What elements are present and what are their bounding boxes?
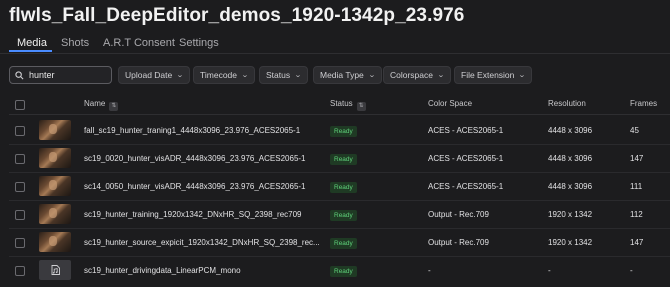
- video-thumbnail: [39, 232, 71, 252]
- color-space: Output - Rec.709: [428, 238, 489, 247]
- tab-shots[interactable]: Shots: [61, 37, 89, 49]
- table-header: Name ⇅ Status ⇅ Color Space Resolution Fra…: [9, 95, 670, 115]
- color-space: Output - Rec.709: [428, 210, 489, 219]
- table-row[interactable]: sc14_0050_hunter_visADR_4448x3096_23.976…: [9, 173, 670, 201]
- video-thumbnail: [39, 120, 71, 140]
- filter-colorspace[interactable]: Colorspace ⌄: [383, 66, 451, 84]
- frames: 147: [630, 154, 644, 163]
- frames: 112: [630, 210, 643, 219]
- column-label: Status: [330, 99, 353, 108]
- media-name: sc19_hunter_source_expicit_1920x1342_DNx…: [84, 238, 320, 247]
- column-label: Name: [84, 99, 106, 108]
- audio-thumbnail: [39, 260, 71, 280]
- status-badge: Ready: [330, 266, 357, 277]
- tab-bar: Media Shots A.R.T Consent Settings: [0, 33, 670, 54]
- filter-label: Status: [266, 70, 291, 80]
- row-checkbox[interactable]: [15, 126, 25, 136]
- column-header-name[interactable]: Name ⇅: [84, 99, 119, 111]
- filter-status[interactable]: Status ⌄: [259, 66, 308, 84]
- color-space: -: [428, 266, 431, 275]
- color-space: ACES - ACES2065-1: [428, 154, 504, 163]
- frames: 111: [630, 182, 643, 191]
- filter-label: Colorspace: [390, 70, 433, 80]
- active-tab-indicator: [9, 50, 52, 52]
- row-checkbox[interactable]: [15, 266, 25, 276]
- resolution: 4448 x 3096: [548, 182, 593, 191]
- filter-upload-date[interactable]: Upload Date ⌄: [118, 66, 191, 84]
- page-title: flwls_Fall_DeepEditor_demos_1920-1342p_2…: [9, 5, 465, 26]
- resolution: -: [548, 266, 551, 275]
- media-name: fall_sc19_hunter_traning1_4448x3096_23.9…: [84, 126, 301, 135]
- audio-file-icon: [51, 265, 60, 275]
- column-header-color-space[interactable]: Color Space: [428, 99, 472, 108]
- table-row[interactable]: sc19_hunter_source_expicit_1920x1342_DNx…: [9, 229, 670, 257]
- tab-settings[interactable]: Settings: [179, 37, 219, 49]
- resolution: 4448 x 3096: [548, 126, 593, 135]
- column-header-resolution[interactable]: Resolution: [548, 99, 586, 108]
- table-row[interactable]: fall_sc19_hunter_traning1_4448x3096_23.9…: [9, 117, 670, 145]
- filter-label: File Extension: [461, 70, 515, 80]
- filter-media-type[interactable]: Media Type ⌄: [313, 66, 382, 84]
- filter-label: Media Type: [320, 70, 364, 80]
- color-space: ACES - ACES2065-1: [428, 126, 504, 135]
- search-icon: [15, 70, 24, 79]
- media-name: sc19_0020_hunter_visADR_4448x3096_23.976…: [84, 154, 306, 163]
- frames: 147: [630, 238, 644, 247]
- sort-icon[interactable]: ⇅: [109, 102, 119, 111]
- table-row[interactable]: sc19_0020_hunter_visADR_4448x3096_23.976…: [9, 145, 670, 173]
- resolution: 1920 x 1342: [548, 210, 593, 219]
- media-name: sc19_hunter_drivingdata_LinearPCM_mono: [84, 266, 241, 275]
- tab-art-consent[interactable]: A.R.T Consent: [103, 37, 175, 49]
- video-thumbnail: [39, 148, 71, 168]
- status-badge: Ready: [330, 238, 357, 249]
- table-row[interactable]: sc19_hunter_training_1920x1342_DNxHR_SQ_…: [9, 201, 670, 229]
- table-row[interactable]: sc19_hunter_drivingdata_LinearPCM_mono R…: [9, 257, 670, 285]
- chevron-down-icon: ⌄: [367, 72, 376, 79]
- status-badge: Ready: [330, 182, 357, 193]
- media-name: sc14_0050_hunter_visADR_4448x3096_23.976…: [84, 182, 306, 191]
- media-name: sc19_hunter_training_1920x1342_DNxHR_SQ_…: [84, 210, 302, 219]
- resolution: 1920 x 1342: [548, 238, 593, 247]
- video-thumbnail: [39, 204, 71, 224]
- row-checkbox[interactable]: [15, 210, 25, 220]
- chevron-down-icon: ⌄: [176, 72, 185, 79]
- filter-label: Upload Date: [125, 70, 173, 80]
- select-all-checkbox[interactable]: [15, 100, 25, 110]
- video-thumbnail: [39, 176, 71, 196]
- tab-media[interactable]: Media: [17, 37, 47, 49]
- frames: 45: [630, 126, 639, 135]
- search-box[interactable]: [9, 66, 112, 84]
- row-checkbox[interactable]: [15, 182, 25, 192]
- filter-label: Timecode: [200, 70, 238, 80]
- chevron-down-icon: ⌄: [294, 72, 302, 79]
- row-checkbox[interactable]: [15, 154, 25, 164]
- status-badge: Ready: [330, 154, 357, 165]
- resolution: 4448 x 3096: [548, 154, 593, 163]
- status-badge: Ready: [330, 126, 357, 137]
- frames: -: [630, 266, 633, 275]
- filter-timecode[interactable]: Timecode ⌄: [193, 66, 255, 84]
- row-checkbox[interactable]: [15, 238, 25, 248]
- column-header-status[interactable]: Status ⇅: [330, 99, 366, 111]
- chevron-down-icon: ⌄: [241, 72, 249, 79]
- search-input[interactable]: [29, 70, 109, 80]
- filter-file-extension[interactable]: File Extension ⌄: [454, 66, 533, 84]
- column-header-frames[interactable]: Frames: [630, 99, 657, 108]
- chevron-down-icon: ⌄: [518, 72, 527, 79]
- chevron-down-icon: ⌄: [437, 72, 445, 79]
- sort-icon[interactable]: ⇅: [356, 102, 366, 111]
- color-space: ACES - ACES2065-1: [428, 182, 504, 191]
- status-badge: Ready: [330, 210, 357, 221]
